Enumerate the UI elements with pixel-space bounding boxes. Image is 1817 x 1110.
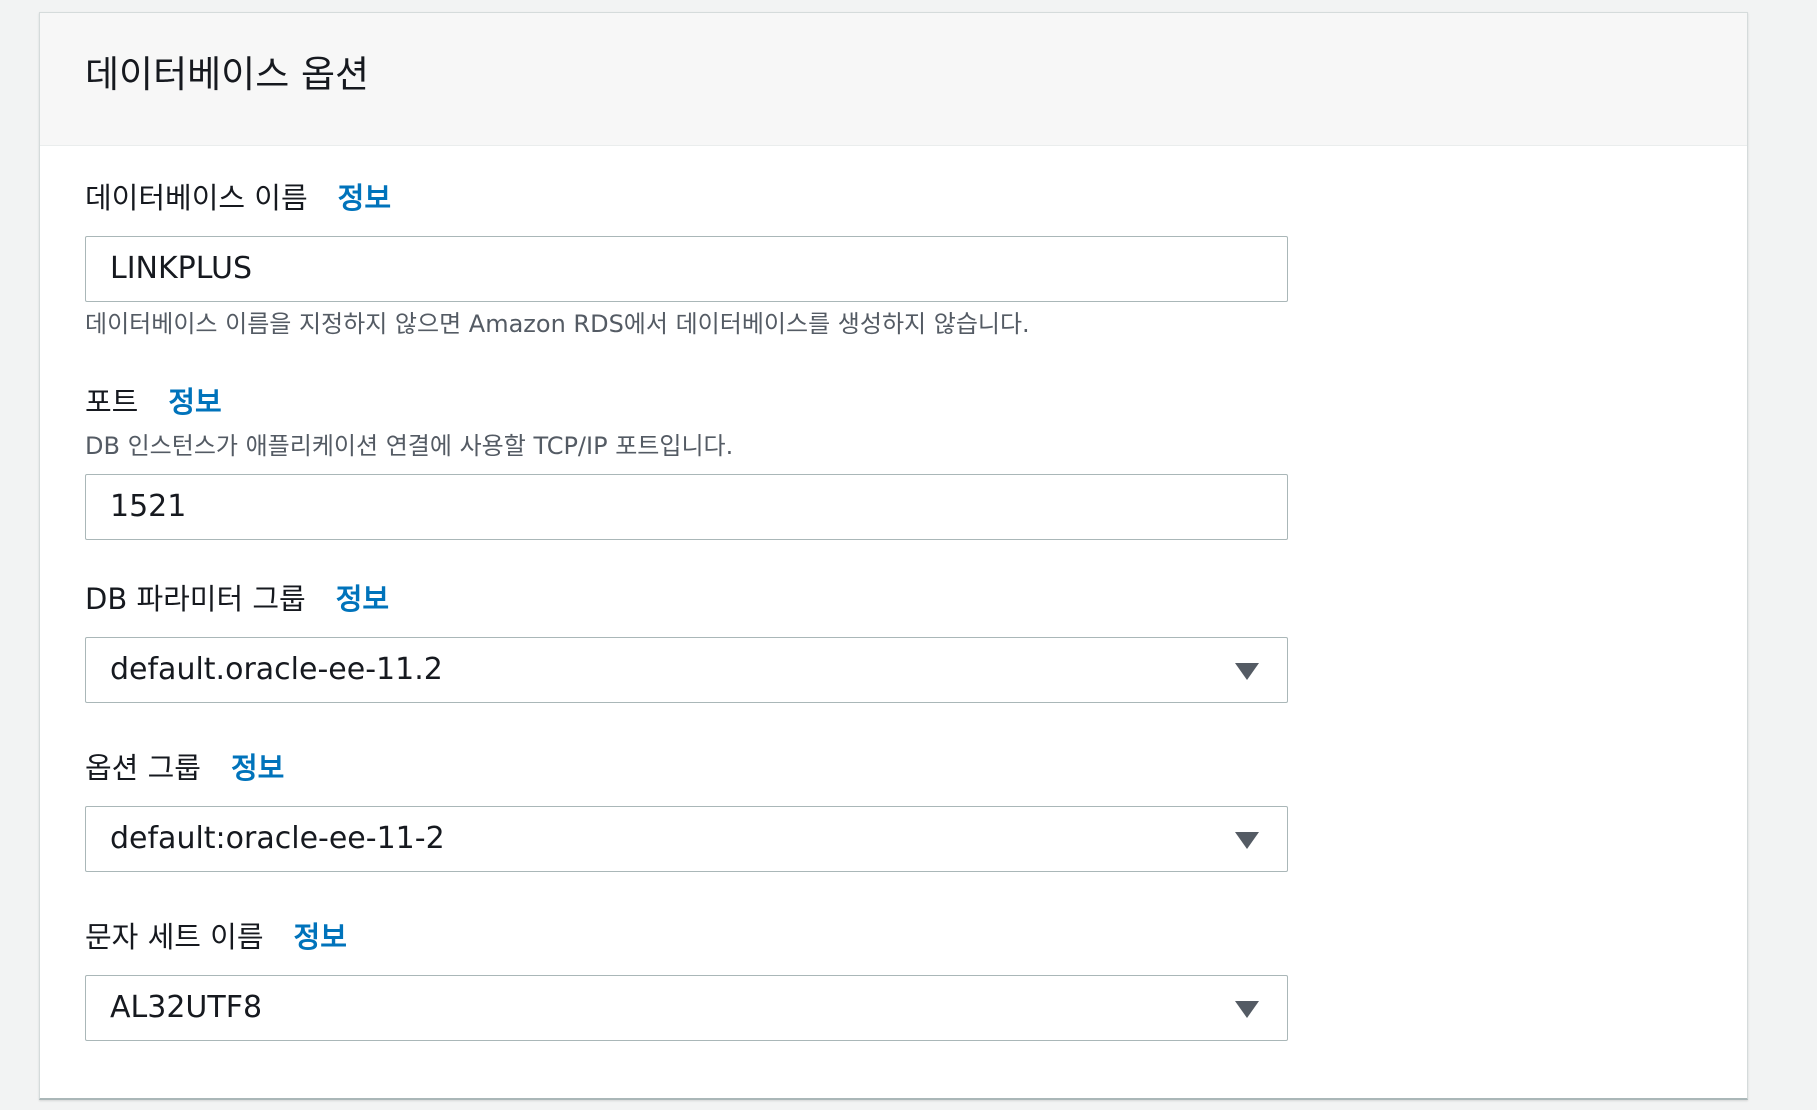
charset-label: 문자 세트 이름 <box>85 920 264 954</box>
db-name-label: 데이터베이스 이름 <box>85 181 308 215</box>
option-group-select[interactable]: default:oracle-ee-11-2 <box>85 806 1288 872</box>
charset-select[interactable]: AL32UTF8 <box>85 975 1288 1041</box>
db-name-input[interactable]: LINKPLUS <box>85 236 1288 302</box>
caret-down-icon <box>1235 832 1259 849</box>
db-name-label-row: 데이터베이스 이름 정보 <box>85 181 391 216</box>
param-group-select[interactable]: default.oracle-ee-11.2 <box>85 637 1288 703</box>
port-input[interactable]: 1521 <box>85 474 1288 540</box>
charset-value: AL32UTF8 <box>110 990 263 1025</box>
charset-info-link[interactable]: 정보 <box>294 920 347 955</box>
param-group-value: default.oracle-ee-11.2 <box>110 652 443 687</box>
param-group-label: DB 파라미터 그룹 <box>85 582 306 616</box>
database-options-panel: 데이터베이스 옵션 데이터베이스 이름 정보 LINKPLUS 데이터베이스 이름… <box>39 12 1748 1100</box>
db-name-hint: 데이터베이스 이름을 지정하지 않으면 Amazon RDS에서 데이터베이스를… <box>85 310 1030 338</box>
caret-down-icon <box>1235 663 1259 680</box>
port-label-row: 포트 정보 <box>85 385 222 420</box>
param-group-label-row: DB 파라미터 그룹 정보 <box>85 582 389 617</box>
caret-down-icon <box>1235 1001 1259 1018</box>
port-value: 1521 <box>110 489 187 524</box>
port-label: 포트 <box>85 385 139 419</box>
port-info-link[interactable]: 정보 <box>168 385 221 420</box>
panel-header: 데이터베이스 옵션 <box>40 13 1747 146</box>
option-group-label: 옵션 그룹 <box>85 751 201 785</box>
charset-label-row: 문자 세트 이름 정보 <box>85 920 347 955</box>
db-name-info-link[interactable]: 정보 <box>338 181 391 216</box>
option-group-value: default:oracle-ee-11-2 <box>110 821 445 856</box>
param-group-info-link[interactable]: 정보 <box>336 582 389 617</box>
port-hint: DB 인스턴스가 애플리케이션 연결에 사용할 TCP/IP 포트입니다. <box>85 432 734 460</box>
option-group-label-row: 옵션 그룹 정보 <box>85 751 284 786</box>
option-group-info-link[interactable]: 정보 <box>231 751 284 786</box>
panel-title: 데이터베이스 옵션 <box>85 53 370 96</box>
db-name-value: LINKPLUS <box>110 251 252 286</box>
